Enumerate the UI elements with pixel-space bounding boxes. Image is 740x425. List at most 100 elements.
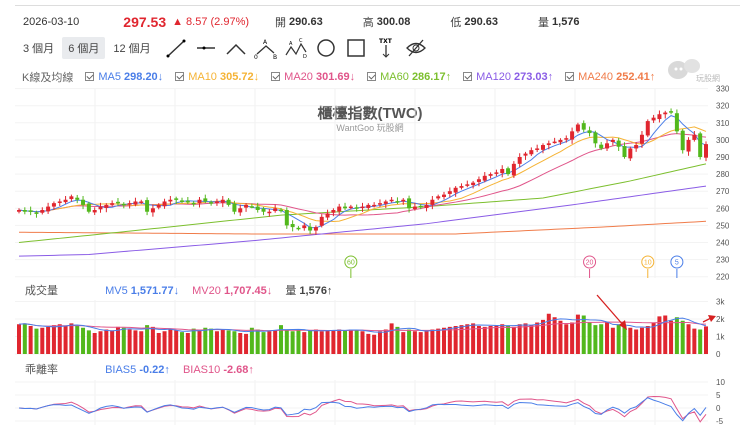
candle-body xyxy=(92,210,97,213)
candle-body xyxy=(465,184,470,186)
volume-bar xyxy=(150,326,155,354)
volume-bar xyxy=(162,331,167,354)
candle-body xyxy=(180,200,185,202)
volume-bar xyxy=(290,331,295,354)
candle-body xyxy=(273,208,278,212)
volume-bar xyxy=(377,331,382,354)
volume-bar xyxy=(622,326,627,354)
y-axis-tick-label: 330 xyxy=(716,85,730,94)
candle-body xyxy=(319,216,324,226)
annotation-arrow xyxy=(596,294,625,327)
volume-bar xyxy=(494,325,499,354)
candle-body xyxy=(616,140,621,147)
candle-body xyxy=(267,211,272,214)
candle-body xyxy=(570,131,575,140)
volume-axis-tick-label: 0 xyxy=(716,350,721,359)
volume-bar xyxy=(645,326,650,354)
cross-marker-label: 10 xyxy=(644,260,652,267)
volume-bar xyxy=(506,326,511,354)
volume-bar xyxy=(348,329,353,354)
volume-bar xyxy=(634,329,639,354)
volume-bar xyxy=(191,328,196,354)
y-axis-tick-label: 290 xyxy=(716,153,730,162)
candle-body xyxy=(704,144,708,158)
volume-bar xyxy=(616,324,621,354)
volume-bar xyxy=(232,331,237,354)
candle-body xyxy=(680,130,685,151)
candle-body xyxy=(249,206,254,208)
candle-body xyxy=(476,179,481,182)
candle-body xyxy=(488,174,493,176)
volume-bar xyxy=(319,331,324,354)
volume-bar xyxy=(51,325,56,354)
candle-body xyxy=(220,199,225,203)
candle-body xyxy=(325,213,330,218)
volume-bar xyxy=(366,333,371,354)
candle-body xyxy=(145,200,150,212)
candle-body xyxy=(540,145,545,150)
volume-bar xyxy=(203,327,208,354)
bias10-line xyxy=(18,396,707,423)
volume-bar xyxy=(488,326,493,354)
candle-body xyxy=(354,207,359,209)
candle-body xyxy=(698,133,703,157)
candle-body xyxy=(360,206,365,209)
mv5-label: MV5 xyxy=(105,285,128,297)
volume-legend-label: 成交量 xyxy=(25,285,58,297)
y-axis-tick-label: 260 xyxy=(716,204,730,213)
bias-legend: 乖離率 BIAS5 -0.22↑ BIAS10 -2.68↑ xyxy=(25,361,254,377)
volume-bar xyxy=(133,330,138,354)
bias-axis-tick-label: -5 xyxy=(716,417,724,425)
volume-bar xyxy=(156,333,161,354)
volume-bar xyxy=(471,323,476,354)
y-axis-tick-label: 270 xyxy=(716,187,730,196)
volume-bar xyxy=(669,320,674,354)
y-axis-tick-label: 240 xyxy=(716,239,730,248)
volume-bar xyxy=(57,324,62,354)
y-axis-tick-label: 250 xyxy=(716,221,730,230)
candle-body xyxy=(634,145,639,149)
candle-body xyxy=(628,148,633,159)
volume-bar xyxy=(401,332,406,354)
volume-bar xyxy=(704,326,708,354)
candle-body xyxy=(34,212,39,214)
cross-marker-label: 60 xyxy=(347,260,355,267)
volume-bar xyxy=(605,322,610,354)
mv20-value: 1,707.45↓ xyxy=(223,285,273,297)
candle-body xyxy=(156,204,161,208)
volume-bar xyxy=(692,328,697,354)
vol-value: 1,576↑ xyxy=(299,285,333,297)
volume-bar xyxy=(28,326,33,354)
volume-bar xyxy=(523,323,528,354)
volume-bar xyxy=(570,322,575,354)
candle-body xyxy=(133,201,138,205)
volume-bar xyxy=(412,331,417,354)
volume-bar xyxy=(40,327,45,354)
candle-body xyxy=(168,199,173,202)
candle-body xyxy=(121,203,126,206)
candle-body xyxy=(511,163,516,176)
volume-bar xyxy=(564,324,569,354)
volume-bar xyxy=(500,324,505,354)
volume-bar xyxy=(482,326,487,354)
candle-body xyxy=(17,210,21,212)
candle-body xyxy=(401,199,406,202)
candle-body xyxy=(412,206,417,209)
candle-body xyxy=(407,198,412,209)
volume-legend: 成交量 MV5 1,571.77↓ MV20 1,707.45↓ 量 1,576… xyxy=(25,282,332,298)
volume-bar xyxy=(121,327,126,354)
candle-body xyxy=(296,227,301,230)
candle-body xyxy=(686,139,691,152)
candle-body xyxy=(418,205,423,208)
candle-body xyxy=(244,204,249,208)
candle-body xyxy=(214,201,219,203)
candle-body xyxy=(517,157,522,164)
candle-body xyxy=(645,121,650,136)
volume-bar xyxy=(418,332,423,354)
vol-label: 量 xyxy=(285,285,297,297)
volume-bar xyxy=(529,325,534,354)
volume-bar xyxy=(284,329,289,354)
candle-body xyxy=(639,134,644,144)
bias5-value: -0.22↑ xyxy=(139,364,170,376)
volume-bar xyxy=(98,331,103,354)
